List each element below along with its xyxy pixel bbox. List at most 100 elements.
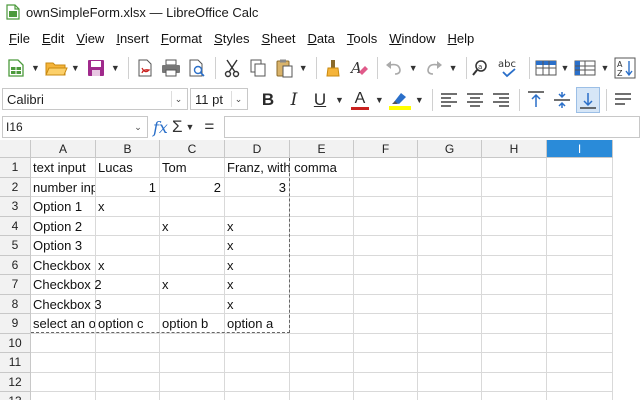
cell-c7[interactable]: x (160, 275, 225, 295)
font-name-box[interactable]: Calibri ⌄ (2, 88, 188, 110)
cell-b9[interactable]: option c (96, 314, 160, 334)
column-header-d[interactable]: D (225, 140, 290, 158)
align-right-icon[interactable] (489, 87, 513, 113)
cell-b1[interactable]: Lucas (96, 158, 160, 178)
cell-g10[interactable] (418, 333, 482, 353)
export-pdf-icon[interactable] (133, 54, 157, 82)
cell-i10[interactable] (547, 333, 613, 353)
cell-d3[interactable] (225, 197, 290, 217)
cell-i4[interactable] (547, 216, 613, 236)
cell-d12[interactable] (225, 372, 290, 392)
cell-b7[interactable] (96, 275, 160, 295)
cell-d9[interactable]: option a (225, 314, 290, 334)
cell-a6[interactable]: Checkbox 1 (31, 255, 96, 275)
cell-e5[interactable] (290, 236, 354, 256)
cell-d1[interactable]: Franz, with comma (225, 158, 337, 178)
column-header-a[interactable]: A (31, 140, 96, 158)
find-replace-icon[interactable]: a (471, 54, 495, 82)
menu-edit[interactable]: Edit (36, 31, 70, 46)
cell-i7[interactable] (547, 275, 613, 295)
align-center-icon[interactable] (463, 87, 487, 113)
center-vertically-icon[interactable] (550, 87, 574, 113)
chevron-down-icon[interactable]: ▼ (185, 122, 194, 132)
cell-f7[interactable] (354, 275, 418, 295)
cell-e10[interactable] (290, 333, 354, 353)
cell-g4[interactable] (418, 216, 482, 236)
cell-c5[interactable] (160, 236, 225, 256)
cell-a7[interactable]: Checkbox 2 (31, 275, 102, 295)
cell-b13[interactable] (96, 392, 160, 400)
undo-icon[interactable] (382, 54, 406, 82)
cell-i12[interactable] (547, 372, 613, 392)
copy-icon[interactable] (246, 54, 270, 82)
cell-i9[interactable] (547, 314, 613, 334)
print-icon[interactable] (159, 54, 183, 82)
cell-d5[interactable]: x (225, 236, 290, 256)
cell-c9[interactable]: option b (160, 314, 225, 334)
row-header-12[interactable]: 12 (0, 372, 31, 392)
highlight-color-icon[interactable] (388, 87, 412, 113)
cell-g9[interactable] (418, 314, 482, 334)
cell-i11[interactable] (547, 353, 613, 373)
cell-c8[interactable] (160, 294, 225, 314)
cell-i8[interactable] (547, 294, 613, 314)
cell-c12[interactable] (160, 372, 225, 392)
cell-b2[interactable]: 1 (96, 177, 160, 197)
chevron-down-icon[interactable]: ▼ (111, 63, 120, 73)
cell-h13[interactable] (482, 392, 547, 400)
chevron-down-icon[interactable]: ▼ (600, 63, 609, 73)
column-header-f[interactable]: F (354, 140, 418, 158)
cell-e13[interactable] (290, 392, 354, 400)
cell-i5[interactable] (547, 236, 613, 256)
formula-icon[interactable]: = (204, 117, 214, 137)
menu-sheet[interactable]: Sheet (255, 31, 301, 46)
chevron-down-icon[interactable]: ⌄ (231, 91, 245, 107)
cell-b8[interactable] (96, 294, 160, 314)
cell-f12[interactable] (354, 372, 418, 392)
cell-h12[interactable] (482, 372, 547, 392)
row-header-6[interactable]: 6 (0, 255, 31, 275)
cell-e6[interactable] (290, 255, 354, 275)
cell-a11[interactable] (31, 353, 96, 373)
chevron-down-icon[interactable]: ▼ (375, 95, 384, 105)
cell-i3[interactable] (547, 197, 613, 217)
cell-d10[interactable] (225, 333, 290, 353)
menu-insert[interactable]: Insert (110, 31, 155, 46)
chevron-down-icon[interactable]: ⌄ (131, 119, 145, 135)
cell-h8[interactable] (482, 294, 547, 314)
bold-button[interactable]: B (256, 87, 280, 113)
cell-b5[interactable] (96, 236, 160, 256)
cell-i2[interactable] (547, 177, 613, 197)
column-header-b[interactable]: B (96, 140, 160, 158)
column-header-e[interactable]: E (290, 140, 354, 158)
row-icon[interactable] (534, 54, 558, 82)
cell-h4[interactable] (482, 216, 547, 236)
spreadsheet-grid[interactable]: A B C D E F G H I 1 text input Lucas Tom Franz, with … (0, 140, 640, 400)
cell-c3[interactable] (160, 197, 225, 217)
cell-f13[interactable] (354, 392, 418, 400)
cell-f6[interactable] (354, 255, 418, 275)
row-header-7[interactable]: 7 (0, 275, 31, 295)
cell-g3[interactable] (418, 197, 482, 217)
function-wizard-icon[interactable]: fx (153, 118, 168, 137)
align-top-icon[interactable] (524, 87, 548, 113)
cell-a12[interactable] (31, 372, 96, 392)
cell-d2[interactable]: 3 (225, 177, 290, 197)
chevron-down-icon[interactable]: ▼ (299, 63, 308, 73)
row-header-9[interactable]: 9 (0, 314, 31, 334)
cell-b3[interactable]: x (96, 197, 160, 217)
chevron-down-icon[interactable]: ▼ (409, 63, 418, 73)
chevron-down-icon[interactable]: ▼ (561, 63, 570, 73)
cell-g8[interactable] (418, 294, 482, 314)
cell-c4[interactable]: x (160, 216, 225, 236)
row-header-10[interactable]: 10 (0, 333, 31, 353)
cell-g1[interactable] (418, 158, 482, 178)
row-header-4[interactable]: 4 (0, 216, 31, 236)
cell-h5[interactable] (482, 236, 547, 256)
row-header-3[interactable]: 3 (0, 197, 31, 217)
cell-b4[interactable] (96, 216, 160, 236)
cell-f8[interactable] (354, 294, 418, 314)
cell-g6[interactable] (418, 255, 482, 275)
cell-a5[interactable]: Option 3 (31, 236, 96, 256)
cell-e8[interactable] (290, 294, 354, 314)
